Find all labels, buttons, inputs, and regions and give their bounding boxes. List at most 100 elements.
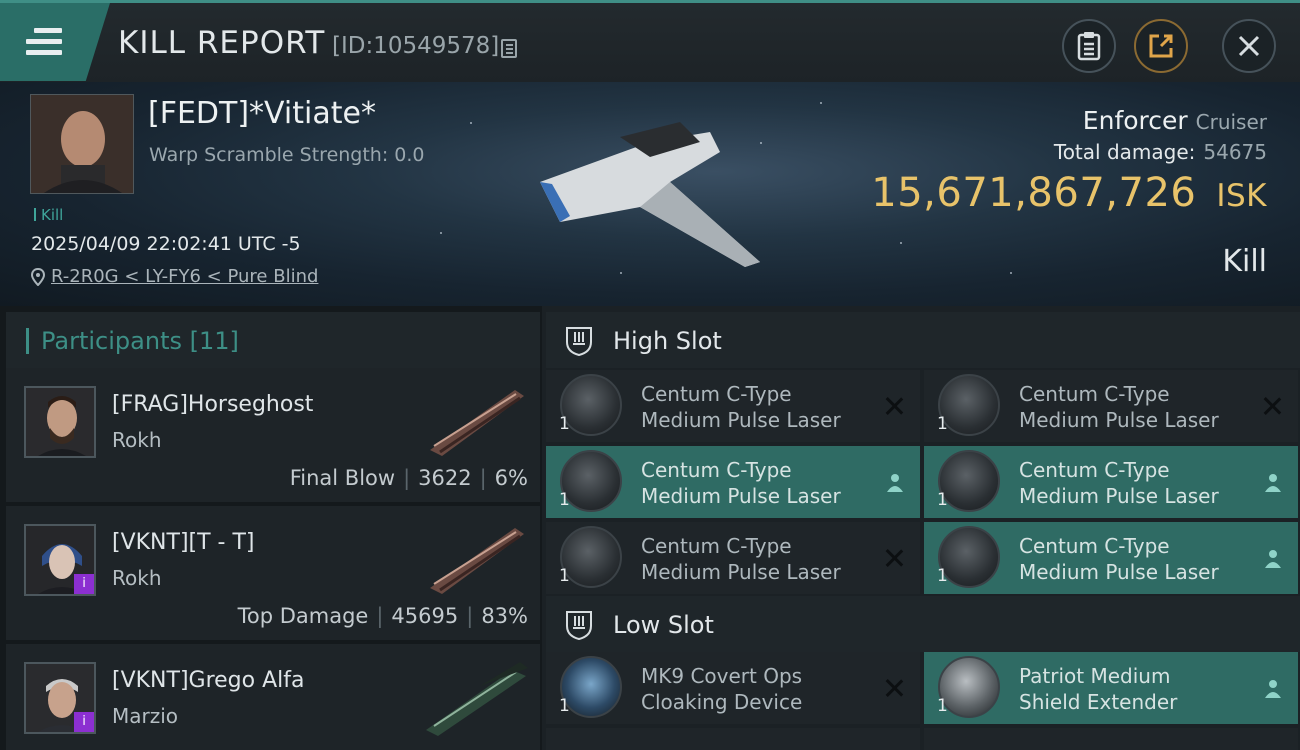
destroyed-icon bbox=[884, 548, 906, 570]
module-item[interactable]: 1 Centum C-Type Medium Pulse Laser bbox=[546, 522, 920, 594]
module-item[interactable] bbox=[546, 728, 920, 750]
participant-avatar: i bbox=[24, 662, 96, 734]
participant-name: [VKNT]Grego Alfa bbox=[112, 668, 305, 693]
module-quantity: 1 bbox=[559, 490, 570, 510]
page-title: KILL REPORT bbox=[118, 25, 326, 61]
destroyed-icon bbox=[884, 396, 906, 418]
person-icon bbox=[887, 474, 903, 492]
share-button[interactable] bbox=[1134, 19, 1188, 73]
participant-stats: Top Damage | 45695 | 83% bbox=[237, 604, 528, 628]
module-quantity: 1 bbox=[559, 566, 570, 586]
participant-name: [VKNT][T - T] bbox=[112, 530, 255, 555]
person-icon bbox=[1265, 680, 1281, 698]
module-item[interactable]: 1 Centum C-Type Medium Pulse Laser bbox=[924, 370, 1298, 442]
participant-tag: Final Blow bbox=[289, 466, 396, 490]
close-icon bbox=[1238, 35, 1260, 57]
participant-percent: 83% bbox=[481, 604, 528, 628]
module-quantity: 1 bbox=[937, 414, 948, 434]
participant-ship: Rokh bbox=[112, 428, 162, 452]
module-item[interactable]: 1 Patriot Medium Shield Extender bbox=[924, 652, 1298, 724]
victim-ship-name: Enforcer bbox=[1082, 106, 1188, 135]
victim-name: [FEDT]*Vitiate* bbox=[148, 96, 376, 131]
participant-ship-image bbox=[430, 528, 524, 594]
participant-avatar bbox=[24, 386, 96, 458]
menu-button[interactable] bbox=[0, 3, 110, 81]
participant-ship: Rokh bbox=[112, 566, 162, 590]
module-name: Centum C-Type Medium Pulse Laser bbox=[1019, 382, 1219, 432]
destroyed-icon bbox=[1262, 396, 1284, 418]
low-slot-icon bbox=[566, 611, 592, 640]
module-name: Centum C-Type Medium Pulse Laser bbox=[1019, 534, 1219, 584]
kill-tag: Kill bbox=[34, 206, 63, 224]
participant-name: [FRAG]Horseghost bbox=[112, 392, 314, 417]
module-name: Centum C-Type Medium Pulse Laser bbox=[641, 458, 841, 508]
isk-unit: ISK bbox=[1216, 178, 1267, 214]
participant-damage: 3622 bbox=[418, 466, 472, 490]
info-badge-icon: i bbox=[74, 712, 94, 732]
participant-damage: 45695 bbox=[391, 604, 459, 628]
copy-icon[interactable] bbox=[501, 39, 517, 58]
module-item[interactable]: 1 MK9 Covert Ops Cloaking Device bbox=[546, 652, 920, 724]
victim-ship: Enforcer Cruiser bbox=[1083, 106, 1267, 135]
module-quantity: 1 bbox=[937, 566, 948, 586]
high-slot-header: High Slot bbox=[546, 312, 1300, 368]
participant-row[interactable]: i [VKNT]Grego Alfa Marzio bbox=[6, 644, 540, 750]
total-damage-label: Total damage: bbox=[1053, 140, 1196, 164]
warp-scramble-strength: Warp Scramble Strength: 0.0 bbox=[149, 144, 425, 166]
victim-banner: [FEDT]*Vitiate* Warp Scramble Strength: … bbox=[0, 82, 1300, 306]
person-icon bbox=[1265, 550, 1281, 568]
participants-label: Participants bbox=[41, 327, 182, 355]
high-slot-label: High Slot bbox=[613, 327, 722, 355]
module-quantity: 1 bbox=[559, 696, 570, 716]
participants-header: Participants [11] bbox=[6, 312, 540, 370]
module-item[interactable]: 1 Centum C-Type Medium Pulse Laser bbox=[546, 446, 920, 518]
module-item[interactable]: 1 Centum C-Type Medium Pulse Laser bbox=[546, 370, 920, 442]
module-name: Centum C-Type Medium Pulse Laser bbox=[641, 534, 841, 584]
report-id: [ID:10549578] bbox=[332, 33, 500, 59]
location-text: R-2R0G < LY-FY6 < Pure Blind bbox=[51, 266, 319, 287]
module-quantity: 1 bbox=[937, 490, 948, 510]
kill-timestamp: 2025/04/09 22:02:41 UTC -5 bbox=[31, 233, 301, 255]
top-bar: KILL REPORT [ID:10549578] bbox=[0, 0, 1300, 82]
participant-ship-image bbox=[430, 390, 524, 456]
module-quantity: 1 bbox=[559, 414, 570, 434]
total-damage: Total damage: 54675 bbox=[1054, 140, 1267, 164]
module-item[interactable]: 1 Centum C-Type Medium Pulse Laser bbox=[924, 446, 1298, 518]
share-icon bbox=[1149, 34, 1173, 58]
participant-percent: 6% bbox=[494, 466, 528, 490]
participants-title: Participants [11] bbox=[26, 328, 239, 354]
low-slot-label: Low Slot bbox=[613, 611, 714, 639]
participants-count: [11] bbox=[189, 327, 239, 355]
module-name: MK9 Covert Ops Cloaking Device bbox=[641, 664, 803, 714]
info-badge-icon: i bbox=[74, 574, 94, 594]
module-quantity: 1 bbox=[937, 696, 948, 716]
result-label: Kill bbox=[1222, 244, 1267, 279]
participant-tag: Top Damage bbox=[237, 604, 369, 628]
victim-avatar[interactable] bbox=[30, 94, 134, 194]
participant-ship: Marzio bbox=[112, 704, 179, 728]
participant-row[interactable]: i [VKNT][T - T] Rokh Top Damage | 45695 | 83… bbox=[6, 506, 540, 640]
location-pin-icon bbox=[31, 267, 45, 286]
module-item[interactable]: 1 Centum C-Type Medium Pulse Laser bbox=[924, 522, 1298, 594]
low-slot-header: Low Slot bbox=[546, 596, 1300, 652]
module-name: Patriot Medium Shield Extender bbox=[1019, 664, 1178, 714]
close-button[interactable] bbox=[1222, 19, 1276, 73]
participant-stats: Final Blow | 3622 | 6% bbox=[289, 466, 528, 490]
participant-row[interactable]: [FRAG]Horseghost Rokh Final Blow | 3622 | 6% bbox=[6, 368, 540, 502]
clipboard-button[interactable] bbox=[1062, 19, 1116, 73]
destroyed-icon bbox=[884, 678, 906, 700]
clipboard-icon bbox=[1077, 32, 1101, 61]
module-name: Centum C-Type Medium Pulse Laser bbox=[641, 382, 841, 432]
fitting-panel: High Slot 1 Centum C-Type Medium Pulse La… bbox=[542, 306, 1300, 750]
person-icon bbox=[1265, 474, 1281, 492]
module-name: Centum C-Type Medium Pulse Laser bbox=[1019, 458, 1219, 508]
module-item[interactable] bbox=[924, 728, 1298, 750]
participants-panel: Participants [11] [FRAG]Horseghost Rokh … bbox=[0, 306, 542, 750]
total-damage-value: 54675 bbox=[1203, 140, 1267, 164]
participant-ship-image bbox=[426, 662, 528, 736]
high-slot-icon bbox=[566, 327, 592, 356]
isk-amount: 15,671,867,726 bbox=[871, 170, 1197, 216]
victim-ship-image bbox=[540, 122, 760, 267]
participant-avatar: i bbox=[24, 524, 96, 596]
location-link[interactable]: R-2R0G < LY-FY6 < Pure Blind bbox=[31, 266, 318, 287]
